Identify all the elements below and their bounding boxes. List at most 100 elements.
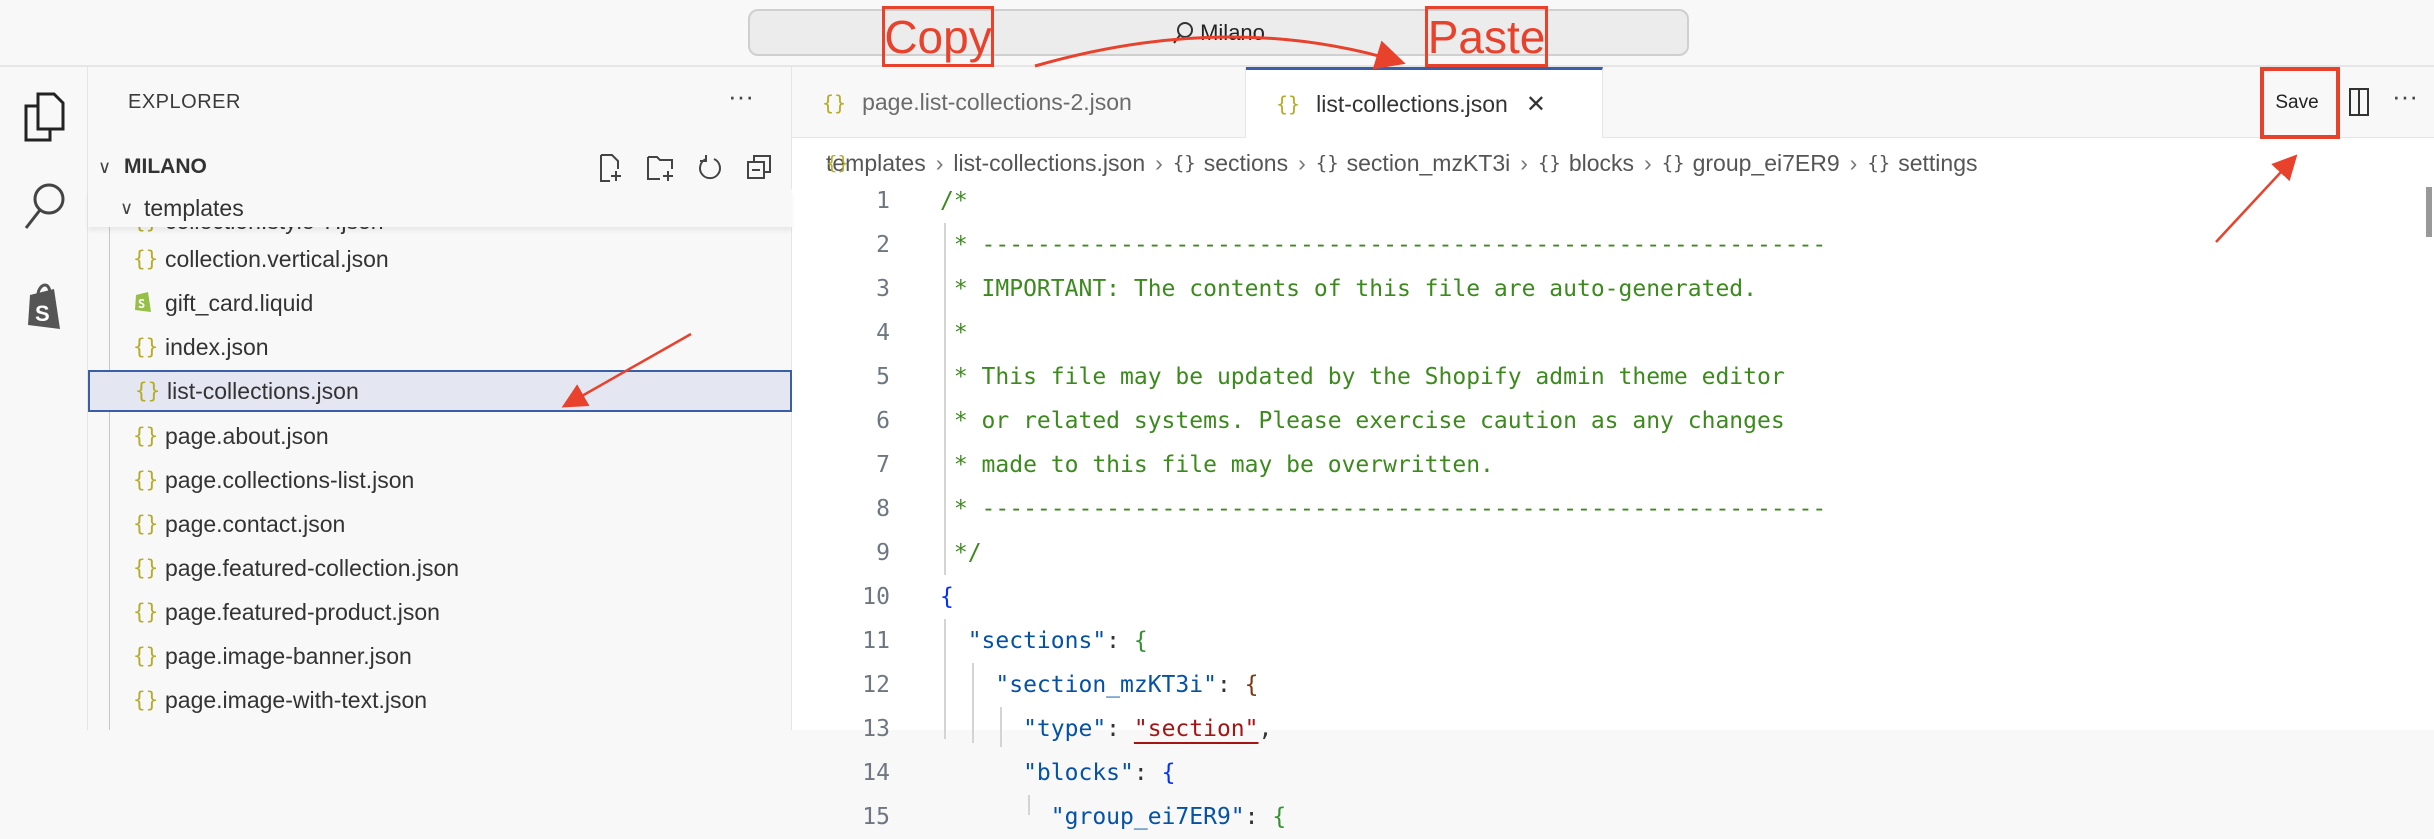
file-item[interactable]: {} index.json xyxy=(88,326,792,368)
chevron-right-icon: › xyxy=(1644,149,1652,176)
file-item[interactable]: {} page.featured-collection.json xyxy=(88,547,792,589)
explorer-sidebar: EXPLORER ··· ∨ MILANO ∨ templates {} coll… xyxy=(88,67,792,730)
code-token: /* xyxy=(940,188,968,214)
file-name: list-collections.json xyxy=(167,377,359,404)
refresh-icon[interactable] xyxy=(698,153,724,183)
file-item[interactable]: {} page.image-with-text.json xyxy=(88,679,792,721)
file-item[interactable]: {} collection.vertical.json xyxy=(88,238,792,280)
file-item[interactable]: {} list-collections.json xyxy=(88,370,792,412)
code-text: /* xyxy=(940,179,968,223)
project-name: MILANO xyxy=(124,155,207,178)
json-icon: {} xyxy=(1867,152,1891,174)
file-item[interactable]: {} page.about.json xyxy=(88,415,792,457)
close-icon[interactable]: ✕ xyxy=(1526,90,1546,119)
line-number: 5 xyxy=(876,364,890,390)
code-token: * --------------------------------------… xyxy=(940,496,1827,522)
breadcrumb-item[interactable]: blocks xyxy=(1569,150,1634,177)
json-icon: {} xyxy=(133,247,159,271)
explorer-title: EXPLORER xyxy=(128,91,241,113)
code-text: "section_mzKT3i": { xyxy=(940,663,1258,707)
json-icon: {} xyxy=(133,424,159,448)
tab-page-list-collections-2[interactable]: {} page.list-collections-2.json xyxy=(792,67,1246,138)
code-token: { xyxy=(940,584,954,610)
code-text: * --------------------------------------… xyxy=(940,487,1826,531)
file-item[interactable]: {} page.collections-list.json xyxy=(88,459,792,501)
file-name: page.image-banner.json xyxy=(165,642,412,669)
line-number: 3 xyxy=(876,276,890,302)
json-icon: {} xyxy=(133,644,159,668)
file-item[interactable]: {} page.featured-product.json xyxy=(88,591,792,633)
line-number: 4 xyxy=(876,320,890,346)
json-icon: {} xyxy=(133,512,159,536)
code-token: , xyxy=(1258,716,1273,742)
title-bar: Milano xyxy=(0,0,2434,67)
folder-name: templates xyxy=(144,194,244,221)
json-icon: {} xyxy=(1537,152,1561,174)
breadcrumb-item[interactable]: settings xyxy=(1898,150,1977,177)
editor-area: {} page.list-collections-2.json {} list-… xyxy=(792,67,2434,830)
file-name: page.contact.json xyxy=(165,510,346,537)
line-number: 8 xyxy=(876,496,890,522)
code-token: : xyxy=(1133,760,1162,786)
code-line: 1 /* xyxy=(792,179,2392,223)
line-number: 11 xyxy=(862,628,890,654)
new-file-icon[interactable] xyxy=(598,153,624,183)
file-item[interactable]: {} page.contact.json xyxy=(88,503,792,545)
code-line: 5 * This file may be updated by the Shop… xyxy=(792,355,2392,399)
code-token: : xyxy=(1106,628,1134,654)
folder-templates[interactable]: ∨ templates xyxy=(88,189,792,227)
breadcrumb-item[interactable]: group_ei7ER9 xyxy=(1693,150,1840,177)
shopify-liquid-icon: S xyxy=(133,289,165,318)
scrollbar[interactable] xyxy=(2426,187,2432,237)
file-name: gift_card.liquid xyxy=(165,289,314,316)
project-header[interactable]: ∨ MILANO xyxy=(88,145,792,189)
split-editor-icon[interactable] xyxy=(2348,87,2370,117)
search-icon[interactable] xyxy=(18,180,70,232)
file-tree: {}collection.style-7.json{}collection.ve… xyxy=(88,212,792,730)
code-token: * This file may be updated by the Shopif… xyxy=(940,364,1785,390)
code-token: : xyxy=(1106,716,1134,742)
file-name: page.collections-list.json xyxy=(165,466,415,493)
more-actions-icon[interactable]: ··· xyxy=(728,81,754,112)
json-icon: {} xyxy=(133,556,159,580)
code-text: * This file may be updated by the Shopif… xyxy=(940,355,1785,399)
code-token: { xyxy=(1133,628,1148,654)
chevron-down-icon: ∨ xyxy=(98,156,112,177)
shopify-icon[interactable]: S xyxy=(18,282,70,334)
code-token: { xyxy=(1272,804,1287,830)
line-number: 10 xyxy=(862,584,890,610)
code-text: */ xyxy=(940,531,982,575)
file-item[interactable]: {} page.image-banner.json xyxy=(88,635,792,677)
code-line: 9 */ xyxy=(792,531,2392,575)
tab-list-collections[interactable]: {} list-collections.json ✕ xyxy=(1246,67,1603,138)
file-name: page.featured-collection.json xyxy=(165,554,460,581)
json-icon: {} xyxy=(133,468,159,492)
code-token: * or related systems. Please exercise ca… xyxy=(940,408,1785,434)
code-token: "section_mzKT3i" xyxy=(940,672,1217,698)
json-icon: {} xyxy=(133,688,159,712)
explorer-icon[interactable] xyxy=(18,91,70,143)
tab-label: list-collections.json xyxy=(1316,90,1508,117)
activity-bar: S xyxy=(0,67,88,730)
code-token: * --------------------------------------… xyxy=(940,232,1827,258)
code-token: * made to this file may be overwritten. xyxy=(940,452,1494,478)
code-line: 11 "sections": { xyxy=(792,619,2392,663)
json-icon: {} xyxy=(135,379,161,403)
code-text: "group_ei7ER9": { xyxy=(940,795,1286,839)
code-token: * IMPORTANT: The contents of this file a… xyxy=(940,276,1757,302)
file-name: collection.vertical.json xyxy=(165,245,389,272)
code-line: 3 * IMPORTANT: The contents of this file… xyxy=(792,267,2392,311)
new-folder-icon[interactable] xyxy=(646,153,676,183)
code-line: 12 "section_mzKT3i": { xyxy=(792,663,2392,707)
collapse-all-icon[interactable] xyxy=(746,153,772,183)
line-number: 15 xyxy=(862,804,890,830)
code-line: 8 * ------------------------------------… xyxy=(792,487,2392,531)
code-line: 2 * ------------------------------------… xyxy=(792,223,2392,267)
json-icon: {} xyxy=(133,335,159,359)
json-icon: {} xyxy=(1661,152,1685,174)
code-text: * IMPORTANT: The contents of this file a… xyxy=(940,267,1757,311)
chevron-down-icon: ∨ xyxy=(120,197,134,218)
file-item[interactable]: Sgift_card.liquid xyxy=(88,282,792,324)
code-token: "group_ei7ER9" xyxy=(940,804,1245,830)
more-actions-icon[interactable]: ··· xyxy=(2392,81,2418,112)
